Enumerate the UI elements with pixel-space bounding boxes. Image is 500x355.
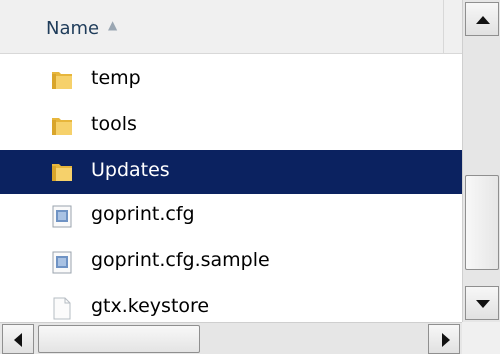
file-name: tools (91, 113, 137, 135)
file-list-view: Name ▲ temp tools Updates goprint.cfg go… (0, 0, 500, 354)
column-separator[interactable] (443, 0, 444, 54)
config-file-icon (52, 205, 72, 228)
list-item[interactable]: goprint.cfg.sample (0, 240, 462, 284)
arrow-down-icon (476, 300, 490, 308)
sort-ascending-icon: ▲ (108, 18, 118, 32)
column-header: Name ▲ (0, 0, 462, 54)
horizontal-scrollbar[interactable] (0, 322, 462, 354)
list-item[interactable]: goprint.cfg (0, 194, 462, 238)
scroll-left-button[interactable] (2, 324, 34, 354)
list-item[interactable]: tools (0, 104, 462, 148)
scroll-right-button[interactable] (428, 324, 460, 354)
list-item[interactable]: gtx.keystore (0, 286, 462, 322)
horizontal-scroll-thumb[interactable] (38, 325, 200, 353)
file-name: gtx.keystore (91, 295, 210, 317)
folder-icon (52, 164, 72, 181)
file-name: temp (91, 67, 141, 89)
scroll-down-button[interactable] (465, 286, 499, 320)
config-file-icon (52, 251, 72, 274)
file-name: Updates (91, 159, 170, 181)
file-list: temp tools Updates goprint.cfg goprint.c… (0, 54, 462, 322)
scrollbar-corner (462, 322, 500, 354)
arrow-right-icon (442, 333, 450, 347)
vertical-scroll-thumb[interactable] (465, 175, 499, 270)
folder-icon (52, 118, 72, 135)
folder-icon (52, 72, 72, 89)
arrow-up-icon (476, 16, 490, 24)
column-header-name[interactable]: Name (46, 18, 99, 39)
list-item[interactable]: temp (0, 58, 462, 102)
scroll-up-button[interactable] (465, 2, 499, 36)
vertical-scrollbar[interactable] (462, 0, 500, 322)
file-icon (53, 297, 71, 320)
file-name: goprint.cfg.sample (91, 249, 270, 271)
file-name: goprint.cfg (91, 203, 195, 225)
list-item-selected[interactable]: Updates (0, 150, 462, 194)
arrow-left-icon (14, 333, 22, 347)
